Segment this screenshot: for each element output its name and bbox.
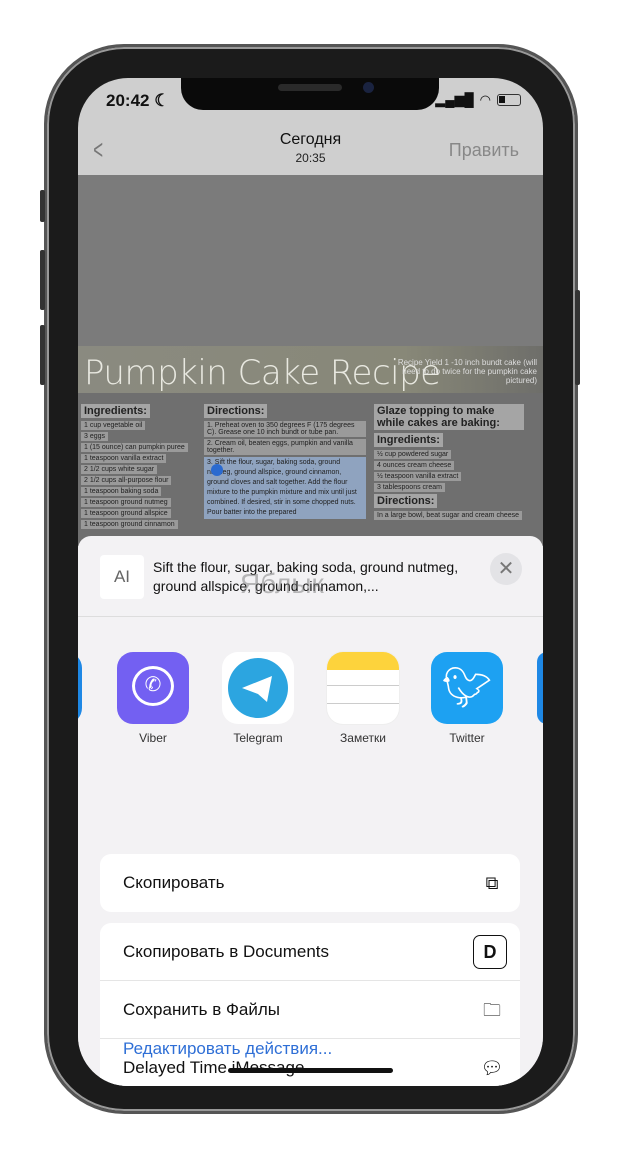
recipe-photo: Pumpkin Cake Recipe Recipe Yield 1 -10 i…: [78, 346, 543, 546]
direction: In a large bowl, beat sugar and cream ch…: [374, 511, 523, 520]
ingredient: ½ teaspoon vanilla extract: [374, 472, 462, 481]
documents-icon: D: [473, 935, 507, 969]
direction: 1. Preheat oven to 350 degrees F (175 de…: [204, 421, 366, 437]
twitter-icon: 🐦︎: [431, 652, 503, 724]
photo-background: [78, 175, 543, 350]
watermark: Яблык: [240, 568, 324, 599]
ingredient: 1 teaspoon vanilla extract: [81, 454, 167, 463]
recipe-yield: Recipe Yield 1 -10 inch bundt cake (will…: [397, 358, 537, 385]
action-copy-to-documents[interactable]: Скопировать в Documents D: [100, 923, 520, 981]
ingredient: 3 eggs: [81, 432, 109, 441]
text-icon: AI: [100, 555, 144, 599]
viber-icon: ✆: [117, 652, 189, 724]
direction: 2. Cream oil, beaten eggs, pumpkin and v…: [204, 439, 366, 455]
ingredient: 1 cup vegetable oil: [81, 421, 146, 430]
status-icons: ▂▄▆█ ◠: [435, 92, 521, 108]
volume-up-button: [40, 250, 45, 310]
selection-handle[interactable]: [211, 464, 223, 476]
glaze-column: Glaze topping to make while cakes are ba…: [374, 404, 524, 522]
home-indicator[interactable]: [228, 1068, 393, 1073]
ingredient: 4 ounces cream cheese: [374, 461, 455, 470]
heading: Ingredients:: [374, 433, 443, 447]
telegram-icon: [222, 652, 294, 724]
ingredient: 1 teaspoon ground cinnamon: [81, 520, 178, 529]
wifi-icon: ◠: [479, 92, 491, 107]
ingredient: 2 1/2 cups all-purpose flour: [81, 476, 172, 485]
recipe-title: Pumpkin Cake Recipe: [84, 353, 441, 393]
ingredient: 1 (15 ounce) can pumpkin puree: [81, 443, 188, 452]
screen: 20:42 ☾ ▂▄▆█ ◠ < Сегодня 20:35 Править Pu…: [78, 78, 543, 1086]
heading: Glaze topping to make while cakes are ba…: [374, 404, 524, 430]
heading: Directions:: [374, 494, 438, 508]
app-telegram[interactable]: Telegram: [222, 652, 294, 745]
chat-bubbles-icon: 💬︎: [480, 1058, 504, 1078]
volume-down-button: [40, 325, 45, 385]
battery-icon: [497, 94, 521, 106]
heading: Ingredients:: [81, 404, 150, 418]
edit-button[interactable]: Править: [449, 140, 519, 161]
actions-group: Скопировать в Documents D Сохранить в Фай…: [100, 923, 520, 1086]
ingredient: ½ cup powdered sugar: [374, 450, 452, 459]
close-button[interactable]: ✕: [490, 553, 522, 585]
copy-group: Скопировать ⧉: [100, 854, 520, 912]
app-viber[interactable]: ✆ Viber: [117, 652, 189, 745]
ingredients-column: Ingredients: 1 cup vegetable oil 3 eggs 1 …: [81, 404, 188, 531]
heading: Directions:: [204, 404, 268, 418]
folder-icon: 🗀︎: [483, 1000, 501, 1020]
app-icon-partial-left[interactable]: [78, 652, 82, 724]
ingredient: 3 tablespoons cream: [374, 483, 445, 492]
action-save-to-files[interactable]: Сохранить в Файлы 🗀︎: [100, 981, 520, 1039]
mute-switch: [40, 190, 45, 222]
ingredient: 2 1/2 cups white sugar: [81, 465, 158, 474]
copy-icon: ⧉: [485, 873, 499, 893]
divider: [78, 616, 543, 617]
status-time: 20:42 ☾: [106, 91, 170, 110]
directions-column: Directions: 1. Preheat oven to 350 degre…: [204, 404, 366, 521]
moon-icon: ☾: [154, 91, 170, 110]
copy-action[interactable]: Скопировать ⧉: [100, 854, 520, 912]
share-sheet: AI Sift the flour, sugar, baking soda, g…: [78, 536, 543, 1086]
edit-actions-link[interactable]: Редактировать действия...: [123, 1039, 332, 1059]
app-twitter[interactable]: 🐦︎ Twitter: [431, 652, 503, 745]
notes-icon: [327, 652, 399, 724]
side-button: [575, 290, 580, 385]
selected-text[interactable]: 3. Sift the flour, sugar, baking soda, g…: [204, 457, 366, 519]
app-icon-partial-right[interactable]: [537, 652, 543, 724]
app-notes[interactable]: Заметки: [327, 652, 399, 745]
notch: [181, 78, 439, 110]
ingredient: 1 teaspoon ground nutmeg: [81, 498, 171, 507]
ingredient: 1 teaspoon baking soda: [81, 487, 162, 496]
signal-icon: ▂▄▆█: [435, 92, 474, 107]
ingredient: 1 teaspoon ground allspice: [81, 509, 171, 518]
